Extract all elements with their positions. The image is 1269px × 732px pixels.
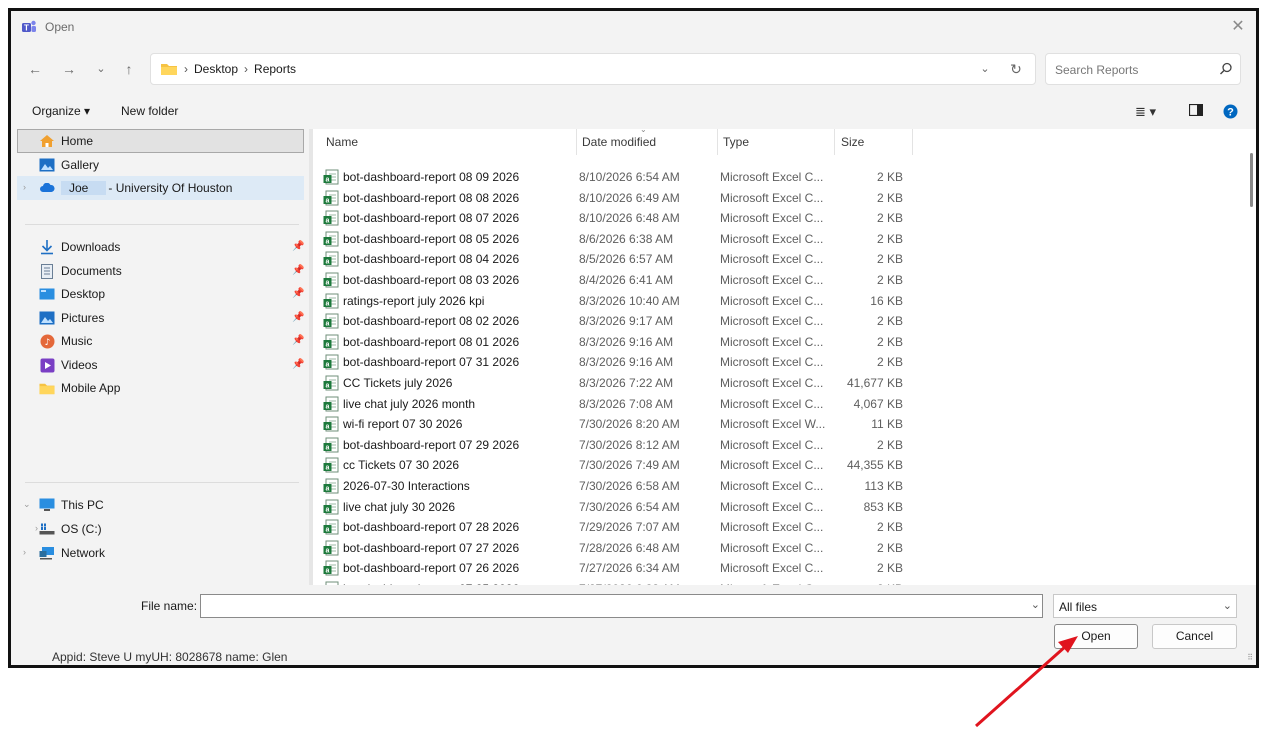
annotation-arrow [975,636,1078,728]
